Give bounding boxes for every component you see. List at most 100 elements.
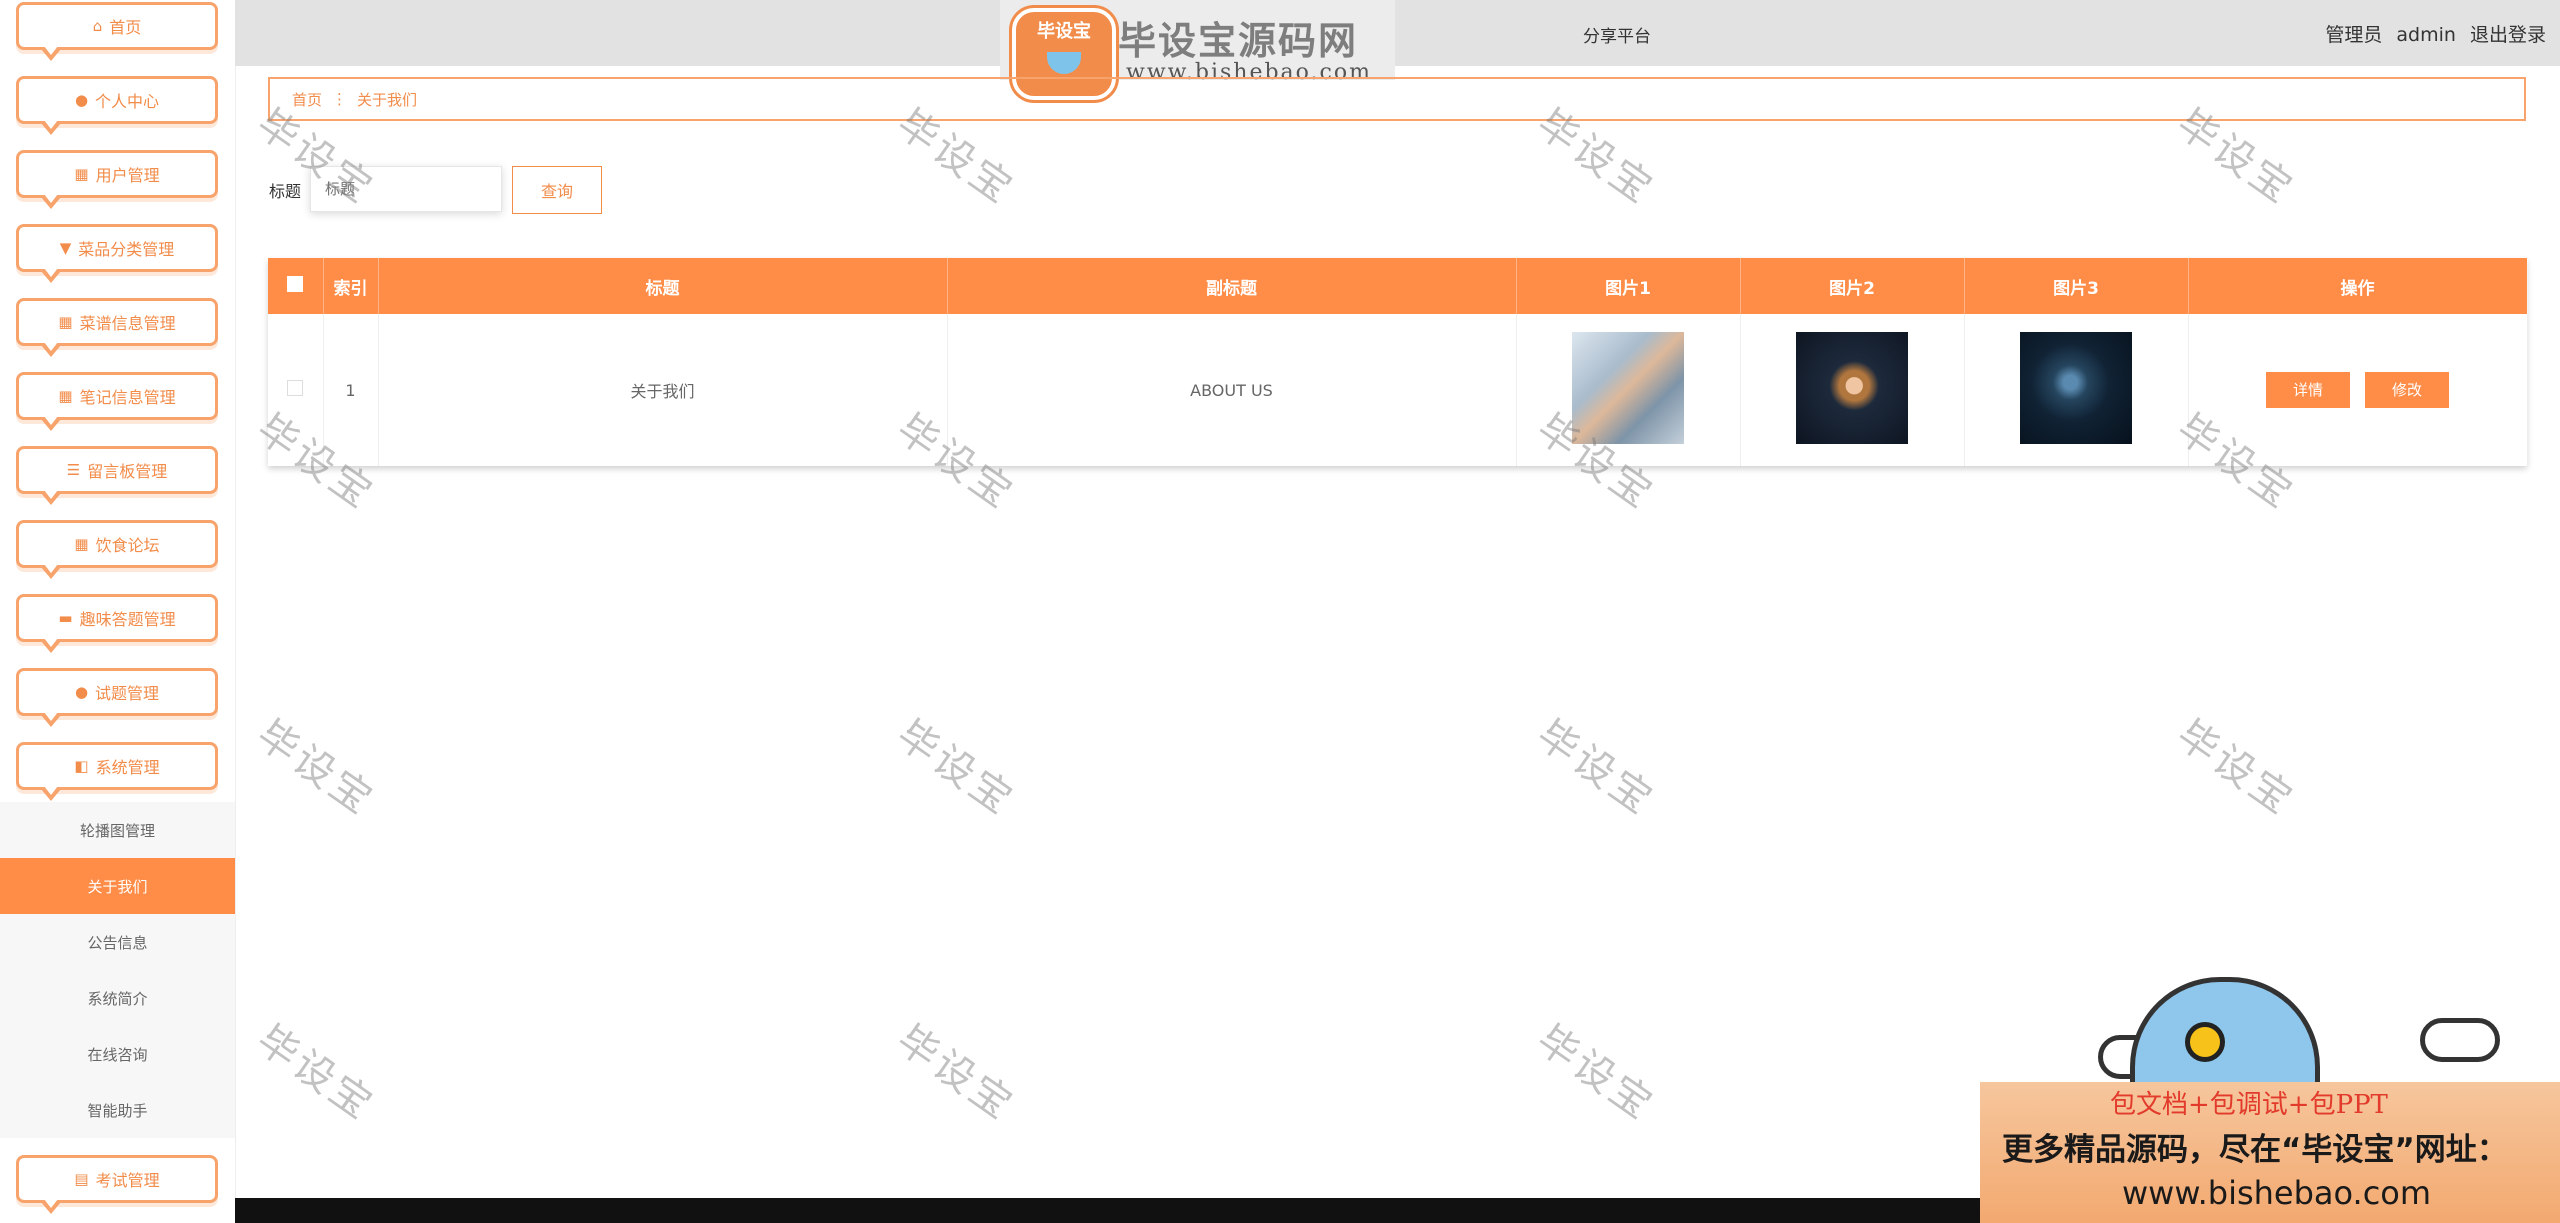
breadcrumb-separator: ⋮ — [332, 90, 348, 108]
image1-thumbnail[interactable] — [1572, 332, 1684, 444]
menu-label: 系统管理 — [95, 758, 160, 777]
menu-item-question-management[interactable]: ● 试题管理 — [16, 668, 218, 727]
watermark-text: 毕设宝 — [2168, 711, 2303, 825]
breadcrumb-current: 关于我们 — [357, 90, 418, 109]
grid-icon: ▦ — [58, 387, 73, 405]
menu-item-quiz-management[interactable]: ▬ 趣味答题管理 — [16, 594, 218, 653]
select-all-header[interactable] — [268, 258, 324, 314]
promo-line2: 更多精品源码，尽在“毕设宝”网址： — [2002, 1132, 2508, 1168]
watermark-text: 毕设宝 — [888, 711, 1023, 825]
menu-label: 考试管理 — [95, 1171, 160, 1190]
column-header: 索引 — [323, 258, 379, 314]
mascot-icon — [2130, 977, 2320, 1094]
menu-item-message-board[interactable]: ☰ 留言板管理 — [16, 446, 218, 505]
image3-cell — [1964, 314, 2189, 466]
promo-line3: www.bishebao.com — [2122, 1174, 2432, 1212]
detail-button[interactable]: 详情 — [2265, 372, 2350, 408]
menu-item-system-management[interactable]: ◧ 系统管理 — [16, 742, 218, 801]
data-table: 索引 标题 副标题 图片1 图片2 图片3 操作 1 关于我们 ABOUT US… — [268, 258, 2528, 466]
title-cell: 关于我们 — [378, 314, 948, 466]
menu-label: 用户管理 — [95, 166, 160, 185]
watermark-text: 毕设宝 — [1528, 1016, 1663, 1130]
menu-item-recipe-info[interactable]: ▦ 菜谱信息管理 — [16, 298, 218, 357]
search-label: 标题 — [269, 182, 302, 201]
clipboard-icon: ▤ — [74, 1170, 89, 1188]
grid-icon: ▦ — [74, 535, 89, 553]
menu-label: 试题管理 — [95, 684, 160, 703]
menu-item-diet-forum[interactable]: ▦ 饮食论坛 — [16, 520, 218, 579]
edit-button[interactable]: 修改 — [2365, 372, 2450, 408]
user-info: 管理员 admin 退出登录 — [2317, 20, 2546, 47]
top-bar: 分享平台 管理员 admin 退出登录 — [235, 0, 2560, 66]
chart-icon: ▦ — [74, 165, 89, 183]
image3-thumbnail[interactable] — [2020, 332, 2132, 444]
column-header: 图片1 — [1516, 258, 1741, 314]
briefcase-icon: ▬ — [58, 609, 73, 627]
subtitle-cell: ABOUT US — [947, 314, 1517, 466]
menu-item-personal-center[interactable]: ● 个人中心 — [16, 76, 218, 135]
image2-cell — [1740, 314, 1965, 466]
logo-badge-text: 毕设宝 — [1037, 21, 1091, 42]
image2-thumbnail[interactable] — [1796, 332, 1908, 444]
search-title-input[interactable] — [310, 166, 502, 212]
column-header: 副标题 — [947, 258, 1517, 314]
user-icon: ● — [74, 91, 89, 109]
watermark-text: 毕设宝 — [1528, 711, 1663, 825]
cloud-icon — [2420, 1018, 2500, 1062]
sliders-icon: ☰ — [66, 461, 81, 479]
menu-label: 首页 — [109, 18, 142, 37]
search-button[interactable]: 查询 — [512, 166, 602, 214]
submenu-item-smart-assistant[interactable]: 智能助手 — [0, 1082, 235, 1138]
user-role: 管理员 — [2325, 24, 2383, 46]
logo-mascot-icon — [1047, 52, 1081, 74]
menu-item-home[interactable]: ⌂ 首页 — [16, 2, 218, 61]
menu-label: 菜品分类管理 — [78, 240, 175, 259]
menu-label: 个人中心 — [95, 92, 160, 111]
menu-item-user-management[interactable]: ▦ 用户管理 — [16, 150, 218, 209]
row-select-cell[interactable] — [268, 314, 324, 466]
submenu-item-system-intro[interactable]: 系统简介 — [0, 970, 235, 1026]
watermark-logo: 毕设宝 毕设宝源码网 www.bishebao.com — [1000, 0, 1395, 100]
submenu-item-online-consult[interactable]: 在线咨询 — [0, 1026, 235, 1082]
column-header: 图片2 — [1740, 258, 1965, 314]
menu-label: 留言板管理 — [87, 462, 168, 481]
breadcrumb-home[interactable]: 首页 — [292, 89, 322, 110]
menu-label: 饮食论坛 — [95, 536, 160, 555]
column-header: 图片3 — [1964, 258, 2189, 314]
username: admin — [2396, 24, 2456, 46]
system-icon: ◧ — [74, 757, 89, 775]
grid-icon: ▦ — [58, 313, 73, 331]
system-submenu: 轮播图管理 关于我们 公告信息 系统简介 在线咨询 智能助手 — [0, 802, 235, 1138]
submenu-item-announcements[interactable]: 公告信息 — [0, 914, 235, 970]
pin-icon: ▼ — [59, 239, 72, 257]
select-all-checkbox[interactable] — [287, 275, 304, 292]
submenu-item-carousel[interactable]: 轮播图管理 — [0, 802, 235, 858]
image1-cell — [1516, 314, 1741, 466]
menu-label: 笔记信息管理 — [79, 388, 176, 407]
menu-item-notes-info[interactable]: ▦ 笔记信息管理 — [16, 372, 218, 431]
table-row: 1 关于我们 ABOUT US 详情 修改 — [268, 314, 2528, 466]
user-icon: ● — [74, 683, 89, 701]
mascot-eye-icon — [2185, 1022, 2225, 1062]
menu-label: 菜谱信息管理 — [79, 314, 176, 333]
sidebar: ⌂ 首页 ● 个人中心 ▦ 用户管理 ▼ 菜品分类管理 ▦ 菜谱信息管理 ▦ 笔… — [0, 0, 236, 1223]
menu-item-dish-category[interactable]: ▼ 菜品分类管理 — [16, 224, 218, 283]
watermark-text: 毕设宝 — [248, 711, 383, 825]
promo-line1: 包文档+包调试+包PPT — [2110, 1090, 2388, 1120]
table-header-row: 索引 标题 副标题 图片1 图片2 图片3 操作 — [268, 258, 2528, 314]
row-checkbox[interactable] — [287, 380, 304, 396]
platform-title: 分享平台 — [1583, 27, 1651, 47]
watermark-text: 毕设宝 — [888, 1016, 1023, 1130]
actions-cell: 详情 修改 — [2188, 314, 2528, 466]
column-header: 操作 — [2188, 258, 2528, 314]
column-header: 标题 — [378, 258, 948, 314]
menu-label: 趣味答题管理 — [79, 610, 176, 629]
bottom-bar — [235, 1198, 1980, 1223]
watermark-text: 毕设宝 — [248, 1016, 383, 1130]
submenu-item-about-us[interactable]: 关于我们 — [0, 858, 235, 914]
logout-link[interactable]: 退出登录 — [2470, 24, 2546, 46]
breadcrumb: 首页 ⋮ 关于我们 — [268, 77, 2526, 121]
promo-banner[interactable]: 包文档+包调试+包PPT 更多精品源码，尽在“毕设宝”网址： www.bishe… — [1980, 1082, 2560, 1223]
menu-item-exam-management[interactable]: ▤ 考试管理 — [16, 1155, 218, 1214]
logo-title: 毕设宝源码网 — [1118, 19, 1359, 63]
